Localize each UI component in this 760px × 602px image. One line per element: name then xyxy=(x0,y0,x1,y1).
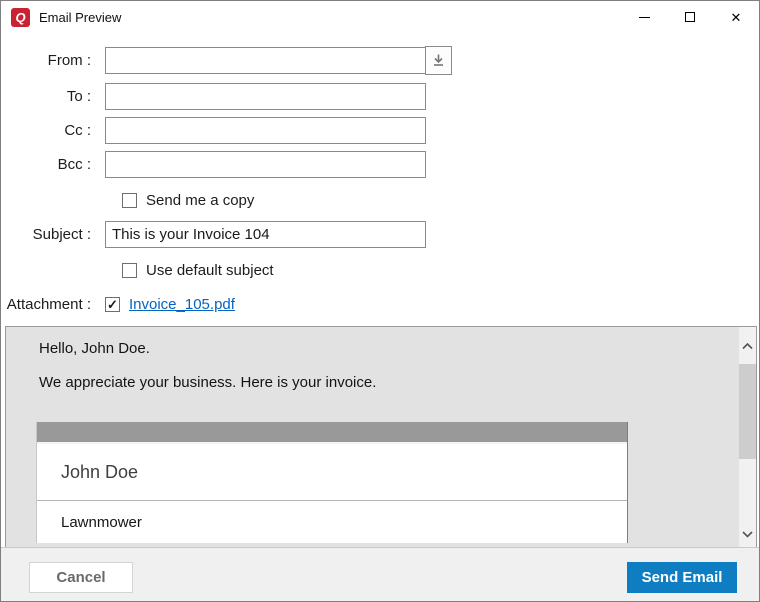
invoice-customer-row: John Doe xyxy=(37,444,627,501)
subject-input[interactable] xyxy=(105,221,426,248)
send-me-copy-checkbox[interactable] xyxy=(122,193,137,208)
invoice-table-header-bar xyxy=(37,422,627,444)
checkmark-icon: ✓ xyxy=(107,298,118,311)
to-row: To : xyxy=(1,83,759,110)
attachment-link[interactable]: Invoice_105.pdf xyxy=(129,296,235,313)
email-form: From : To : Cc : Bcc : xyxy=(1,33,759,313)
scrollbar-thumb[interactable] xyxy=(739,364,756,459)
from-label: From : xyxy=(1,52,105,69)
footer-bar: Cancel Send Email xyxy=(1,547,759,601)
greeting-text: Hello, John Doe. xyxy=(39,340,756,357)
close-button[interactable]: ✕ xyxy=(713,1,759,33)
email-body-content: Hello, John Doe. We appreciate your busi… xyxy=(6,327,756,543)
window-controls: ✕ xyxy=(621,1,759,33)
preview-scrollbar[interactable] xyxy=(739,327,756,548)
use-default-subject-row: Use default subject xyxy=(122,261,759,279)
from-picker-button[interactable] xyxy=(425,46,452,75)
from-row: From : xyxy=(1,46,759,75)
to-input[interactable] xyxy=(105,83,426,110)
from-input[interactable] xyxy=(105,47,426,74)
bcc-row: Bcc : xyxy=(1,151,759,178)
maximize-button[interactable] xyxy=(667,1,713,33)
send-email-button[interactable]: Send Email xyxy=(627,562,737,593)
maximize-icon xyxy=(685,12,695,22)
bcc-input[interactable] xyxy=(105,151,426,178)
invoice-table: John Doe Lawnmower xyxy=(36,422,628,543)
minimize-icon xyxy=(639,17,650,18)
send-me-copy-label: Send me a copy xyxy=(146,192,254,209)
titlebar: Q Email Preview ✕ xyxy=(1,1,759,33)
message-text: We appreciate your business. Here is you… xyxy=(39,374,756,391)
use-default-subject-checkbox[interactable] xyxy=(122,263,137,278)
scroll-down-button[interactable] xyxy=(739,523,756,545)
cc-row: Cc : xyxy=(1,117,759,144)
minimize-button[interactable] xyxy=(621,1,667,33)
from-field-group xyxy=(105,46,452,75)
chevron-down-icon xyxy=(742,531,753,538)
subject-row: Subject : xyxy=(1,221,759,248)
send-me-copy-row: Send me a copy xyxy=(122,191,759,209)
cancel-button[interactable]: Cancel xyxy=(29,562,133,593)
cc-label: Cc : xyxy=(1,122,105,139)
bcc-label: Bcc : xyxy=(1,156,105,173)
close-icon: ✕ xyxy=(731,11,742,24)
attachment-row: Attachment : ✓ Invoice_105.pdf xyxy=(1,296,759,313)
subject-label: Subject : xyxy=(1,226,105,243)
scroll-up-button[interactable] xyxy=(739,335,756,357)
email-body-preview: Hello, John Doe. We appreciate your busi… xyxy=(5,326,757,549)
attachment-checkbox[interactable]: ✓ xyxy=(105,297,120,312)
use-default-subject-label: Use default subject xyxy=(146,262,274,279)
attachment-label: Attachment : xyxy=(1,296,105,313)
to-label: To : xyxy=(1,88,105,105)
chevron-up-icon xyxy=(742,343,753,350)
invoice-item-row: Lawnmower xyxy=(37,501,627,543)
cc-input[interactable] xyxy=(105,117,426,144)
quickbooks-logo-icon: Q xyxy=(11,8,30,27)
email-preview-window: Q Email Preview ✕ From : xyxy=(0,0,760,602)
window-title: Email Preview xyxy=(39,10,121,25)
download-arrow-icon xyxy=(432,53,445,68)
